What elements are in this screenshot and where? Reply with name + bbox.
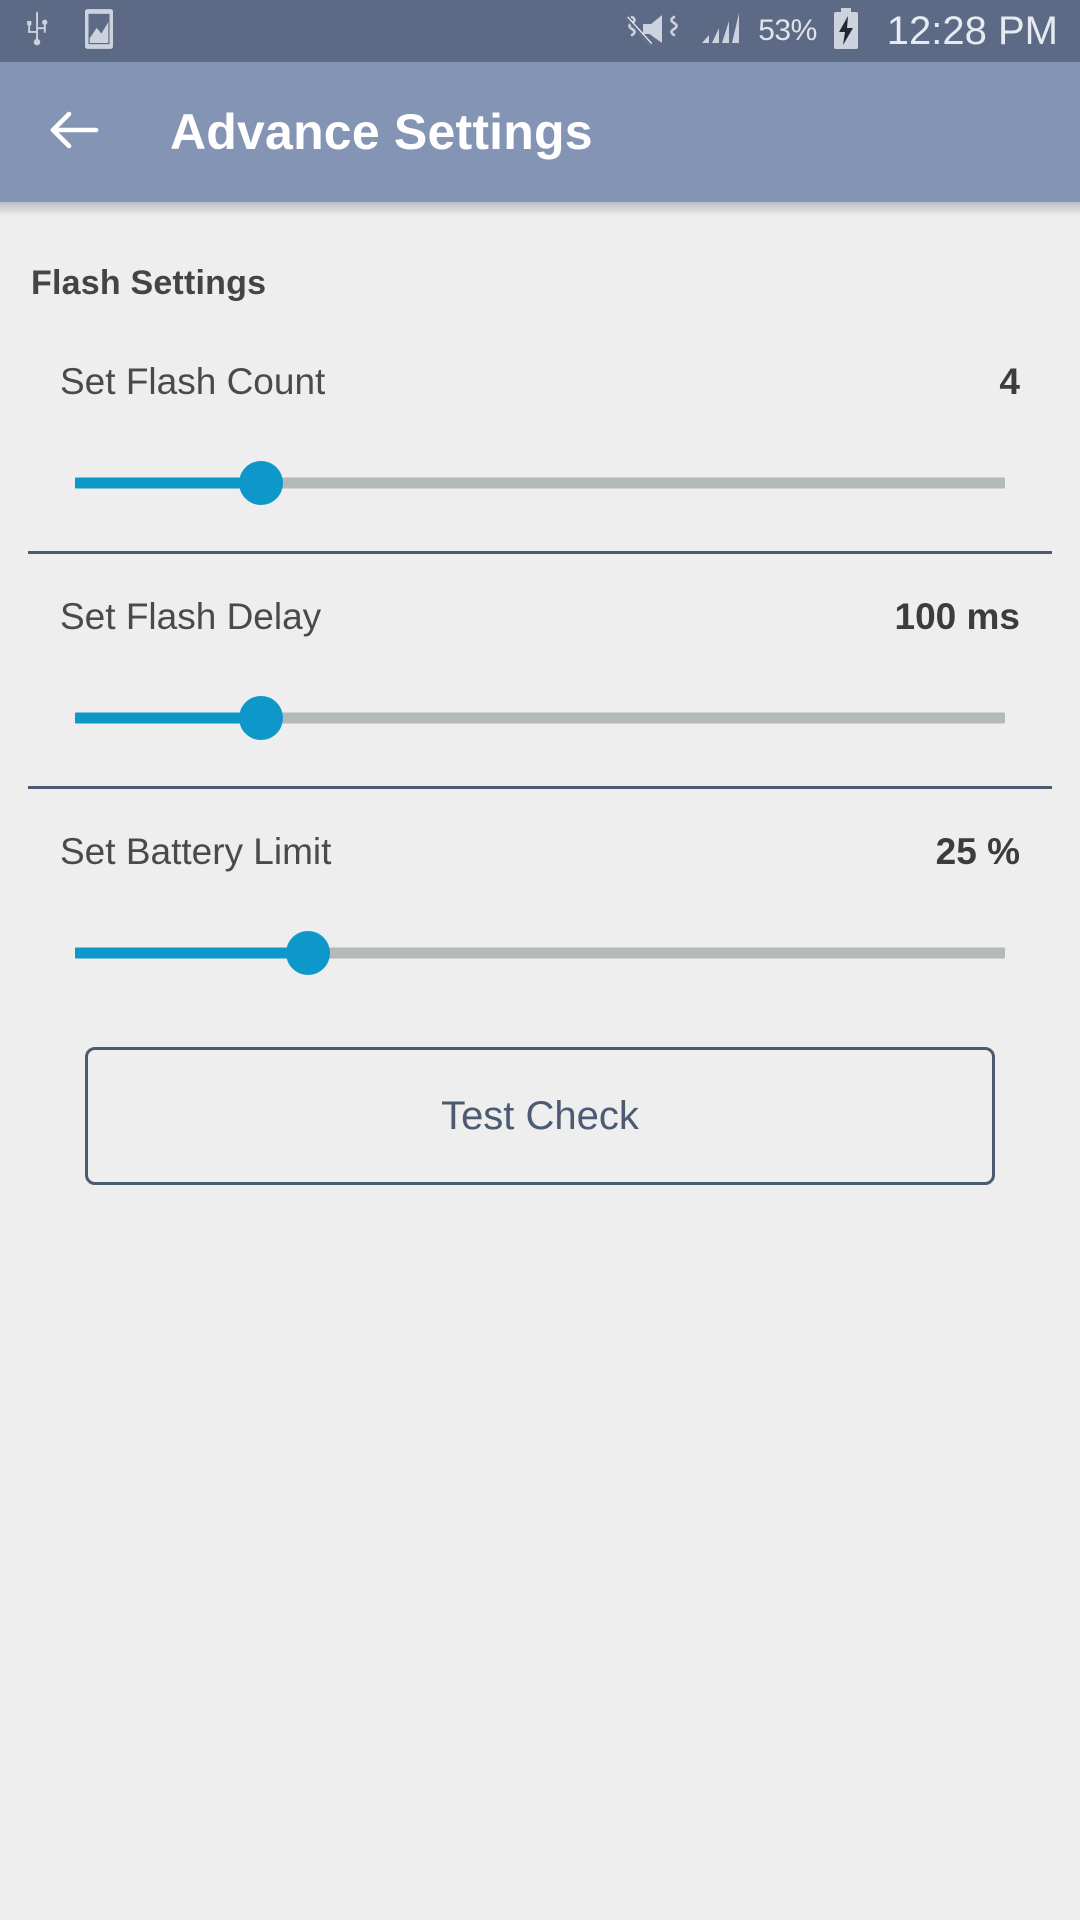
signal-bars-icon — [696, 7, 746, 56]
setting-row-flash-delay: Set Flash Delay 100 ms — [0, 596, 1080, 750]
slider-wrap — [0, 451, 1080, 515]
slider-thumb[interactable] — [239, 696, 283, 740]
slider-fill — [75, 947, 308, 959]
setting-value: 4 — [999, 361, 1020, 402]
status-bar-left-icons — [22, 8, 116, 55]
flash-settings-group: Set Flash Count 4 Set Flash Delay 100 ms… — [0, 303, 1080, 985]
slider-wrap — [0, 921, 1080, 985]
setting-label: Set Battery Limit — [60, 831, 332, 872]
status-bar: 53% 12:28 PM — [0, 0, 1080, 62]
mute-vibrate-icon — [622, 7, 684, 56]
screenshot-icon — [82, 8, 116, 55]
setting-header: Set Battery Limit 25 % — [0, 831, 1080, 873]
slider-flash-delay[interactable] — [75, 686, 1005, 750]
slider-flash-count[interactable] — [75, 451, 1005, 515]
slider-thumb[interactable] — [239, 461, 283, 505]
page-title: Advance Settings — [170, 104, 593, 160]
app-root: 53% 12:28 PM Advance Settings Flash Sett… — [0, 0, 1080, 1920]
section-title-flash-settings: Flash Settings — [31, 264, 267, 302]
setting-row-flash-count: Set Flash Count 4 — [0, 303, 1080, 515]
test-button-container: Test Check — [0, 985, 1080, 1185]
back-button[interactable] — [44, 100, 108, 164]
setting-header: Set Flash Delay 100 ms — [0, 596, 1080, 638]
status-bar-clock: 12:28 PM — [886, 8, 1058, 53]
app-bar: Advance Settings — [0, 62, 1080, 216]
content-area: Flash Settings Set Flash Count 4 Set Fla… — [0, 202, 1080, 1920]
slider-battery-limit[interactable] — [75, 921, 1005, 985]
setting-header: Set Flash Count 4 — [0, 361, 1080, 403]
slider-wrap — [0, 686, 1080, 750]
arrow-left-icon — [48, 108, 104, 157]
battery-charging-icon — [829, 6, 863, 57]
status-bar-right-icons: 53% 12:28 PM — [622, 6, 1058, 57]
setting-row-battery-limit: Set Battery Limit 25 % — [0, 831, 1080, 985]
setting-label: Set Flash Delay — [60, 596, 322, 637]
slider-thumb[interactable] — [285, 931, 330, 975]
setting-value: 25 % — [935, 831, 1020, 872]
slider-fill — [75, 712, 261, 724]
setting-value: 100 ms — [894, 596, 1021, 637]
battery-percentage: 53% — [758, 14, 817, 47]
usb-icon — [22, 9, 52, 54]
slider-fill — [75, 477, 261, 489]
test-check-button[interactable]: Test Check — [85, 1047, 995, 1185]
setting-label: Set Flash Count — [60, 361, 326, 402]
